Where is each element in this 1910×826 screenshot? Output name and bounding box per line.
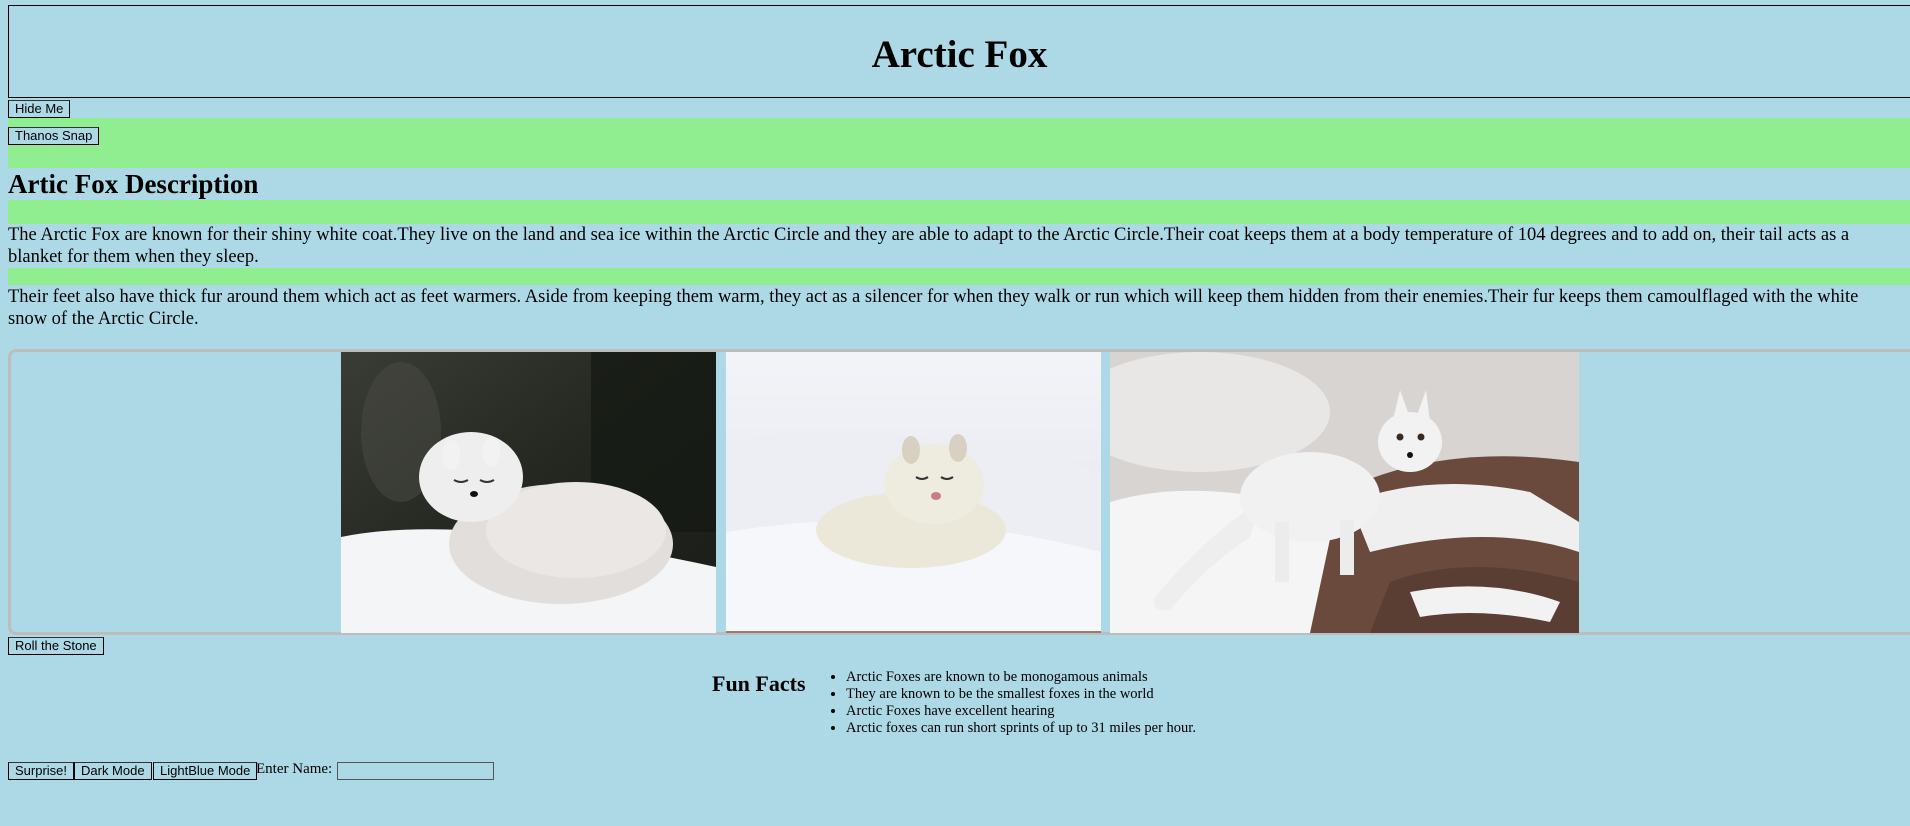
green-band-lower: [8, 268, 1910, 285]
fun-facts-title: Fun Facts: [712, 671, 806, 696]
fun-facts-list: Arctic Foxes are known to be monogamous …: [824, 669, 1196, 737]
arctic-fox-sleeping-image: [726, 352, 1101, 633]
fun-fact-item: Arctic Foxes are known to be monogamous …: [846, 669, 1196, 686]
surprise-button[interactable]: Surprise!: [8, 762, 75, 780]
arctic-fox-standing-photo: [1110, 352, 1579, 633]
name-input[interactable]: [337, 762, 494, 780]
page-title: Arctic Fox: [871, 33, 1048, 76]
arctic-fox-curled-image: [341, 352, 716, 633]
thanos-snap-button[interactable]: Thanos Snap: [8, 127, 100, 145]
page-header: Arctic Fox: [8, 5, 1910, 98]
description-paragraph-1: The Arctic Fox are known for their shiny…: [8, 225, 1850, 267]
fun-fact-item: Arctic foxes can run short sprints of up…: [846, 720, 1196, 737]
fun-fact-item: Arctic Foxes have excellent hearing: [846, 703, 1196, 720]
hide-me-button[interactable]: Hide Me: [8, 100, 71, 118]
arctic-fox-standing-image: [1110, 352, 1579, 633]
green-band-top: [8, 118, 1910, 168]
fun-fact-item: They are known to be the smallest foxes …: [846, 686, 1196, 703]
roll-the-stone-button[interactable]: Roll the Stone: [8, 637, 104, 655]
enter-name-label: Enter Name:: [256, 761, 333, 777]
description-paragraph-2: Their feet also have thick fur around th…: [8, 287, 1859, 329]
description-heading: Artic Fox Description: [8, 169, 259, 199]
green-band-middle: [8, 200, 1910, 224]
arctic-fox-curled-photo: [341, 352, 716, 633]
arctic-fox-sleeping-photo: [726, 352, 1101, 633]
lightblue-mode-button[interactable]: LightBlue Mode: [153, 762, 258, 780]
dark-mode-button[interactable]: Dark Mode: [74, 762, 152, 780]
